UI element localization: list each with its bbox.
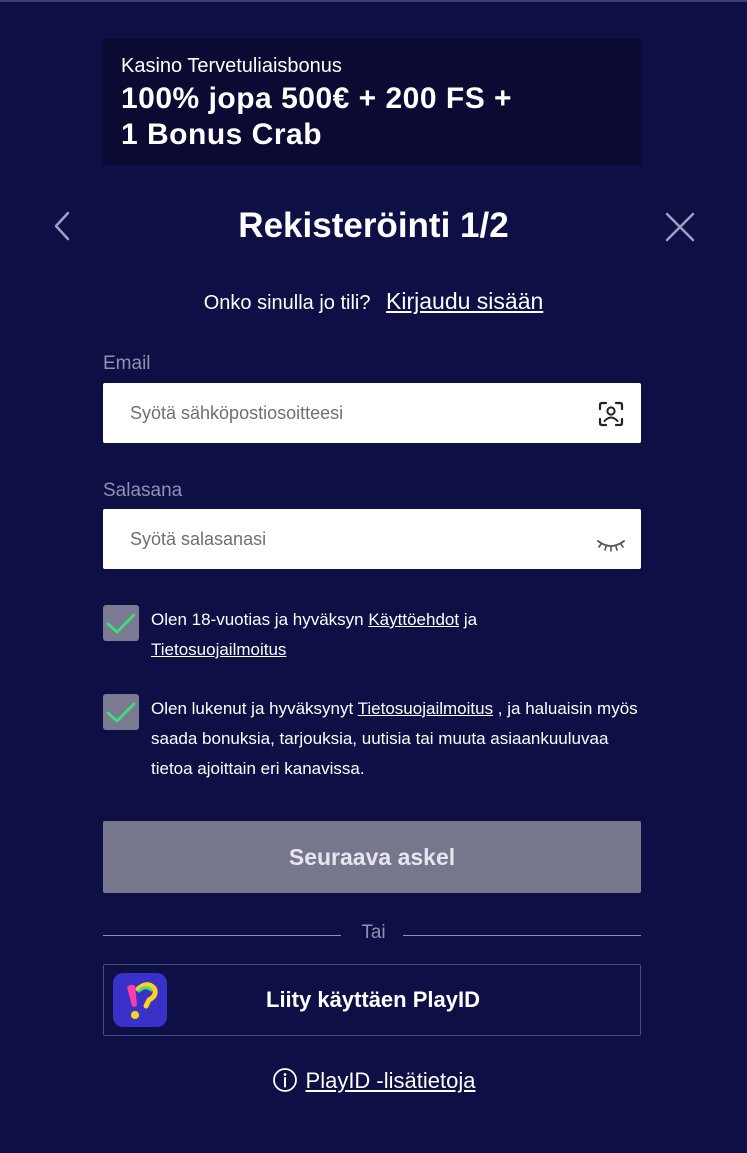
banner-title-line-2: 1 Bonus Crab (121, 118, 323, 151)
login-link[interactable]: Kirjaudu sisään (386, 288, 543, 314)
marketing-consent-text: Olen lukenut ja hyväksynyt Tietosuojailm… (151, 694, 641, 784)
login-question: Onko sinulla jo tili? (203, 292, 371, 314)
email-input[interactable] (103, 383, 563, 443)
checkmark-icon (106, 613, 136, 634)
login-prompt: Onko sinulla jo tili? Kirjaudu sisään (0, 287, 747, 317)
terms-link[interactable]: Käyttöehdot (368, 610, 459, 629)
info-icon (272, 1068, 297, 1093)
privacy-link[interactable]: Tietosuojailmoitus (151, 640, 286, 659)
next-step-button[interactable]: Seuraava askel (103, 821, 641, 893)
divider-line-right (403, 935, 641, 936)
password-field-container (103, 509, 641, 569)
age-consent-prefix: Olen 18-vuotias ja hyväksyn (151, 610, 369, 629)
contact-scan-icon[interactable] (597, 400, 625, 428)
password-input[interactable] (103, 509, 563, 569)
checkmark-icon (106, 702, 136, 723)
password-label: Salasana (103, 480, 183, 501)
close-icon (665, 212, 695, 242)
page-title: Rekisteröinti 1/2 (238, 206, 509, 245)
marketing-consent-checkbox[interactable] (103, 694, 139, 730)
playid-info-link[interactable]: PlayID -lisätietoja (306, 1068, 476, 1093)
divider-or: Tai (361, 922, 386, 943)
age-consent-checkbox[interactable] (103, 605, 139, 641)
privacy-link-marketing[interactable]: Tietosuojailmoitus (358, 699, 493, 718)
marketing-consent-prefix: Olen lukenut ja hyväksynyt (151, 699, 358, 718)
email-label: Email (103, 353, 151, 374)
age-consent-middle: ja (459, 610, 478, 629)
eye-closed-icon[interactable] (597, 531, 625, 559)
playid-button-label: Liity käyttäen PlayID (266, 987, 480, 1012)
welcome-bonus-banner: Kasino Tervetuliaisbonus 100% jopa 500€ … (103, 39, 641, 165)
banner-title-line-1: 100% jopa 500€ + 200 FS + (121, 82, 513, 115)
banner-subtitle: Kasino Tervetuliaisbonus (121, 55, 342, 77)
close-button[interactable] (662, 209, 698, 245)
age-consent-text: Olen 18-vuotias ja hyväksyn Käyttöehdot … (151, 605, 641, 665)
playid-info-row: PlayID -lisätietoja (0, 1066, 747, 1096)
playid-join-button[interactable]: Liity käyttäen PlayID (103, 964, 641, 1036)
email-field-container (103, 383, 641, 443)
